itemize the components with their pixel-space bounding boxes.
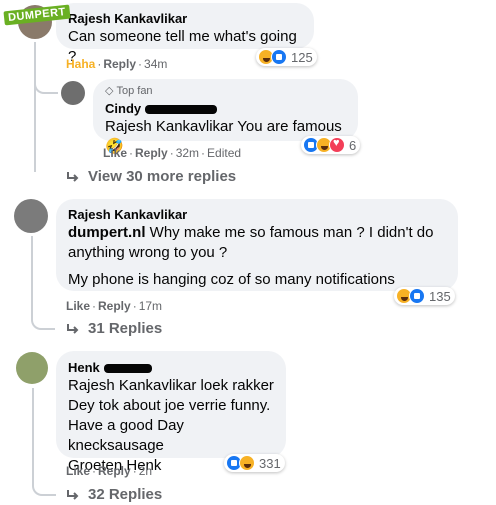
avatar[interactable] — [61, 81, 85, 105]
reply-button[interactable]: Reply — [135, 146, 168, 160]
diamond-icon: ◇ — [105, 85, 114, 97]
reply-button[interactable]: Reply — [98, 464, 131, 478]
thread-line — [34, 42, 36, 172]
top-fan-badge: ◇ Top fan — [105, 84, 153, 98]
reply-author[interactable]: Cindy — [105, 100, 346, 117]
reaction-summary[interactable]: 6 — [301, 136, 361, 154]
comment-actions: Haha · Reply · 34m — [66, 57, 168, 71]
redaction-bar — [145, 105, 218, 115]
comment-text: Rajesh Kankavlikar loek rakker — [68, 377, 274, 394]
view-more-replies-link[interactable]: View 30 more replies — [66, 168, 236, 185]
comment-bubble: Rajesh Kankavlikar dumpert.nl Why make m… — [56, 199, 458, 291]
reaction-summary[interactable]: 135 — [394, 287, 455, 305]
love-icon — [329, 137, 345, 153]
reaction-count: 125 — [291, 49, 313, 65]
comment-author[interactable]: Rajesh Kankavlikar — [68, 10, 302, 27]
comment-text: Have a good Day knecksausage — [68, 417, 184, 454]
comment-time[interactable]: 34m — [144, 57, 167, 71]
view-replies-link[interactable]: 32 Replies — [66, 486, 162, 503]
comment-bubble: Henk Rajesh Kankavlikar loek rakker Dey … — [56, 351, 286, 474]
reply-arrow-icon — [67, 171, 79, 182]
thread-connector — [34, 80, 58, 94]
comment-author[interactable]: Rajesh Kankavlikar — [68, 206, 446, 223]
thread-connector — [31, 308, 55, 330]
reply-bubble: ◇ Top fan Cindy Rajesh Kankavlikar You a… — [93, 79, 358, 155]
comment-time[interactable]: 17m — [139, 299, 162, 313]
avatar[interactable] — [14, 199, 48, 233]
reaction-summary[interactable]: 125 — [256, 48, 317, 66]
comment-time[interactable]: 32m — [176, 146, 199, 160]
redaction-bar — [103, 364, 152, 374]
reply-arrow-icon — [67, 323, 79, 334]
comment-text: My phone is hanging coz of so many notif… — [68, 271, 395, 288]
haha-icon — [239, 455, 255, 471]
reaction-count: 135 — [429, 288, 451, 304]
like-icon — [409, 288, 425, 304]
reply-actions: Like · Reply · 32m · Edited — [103, 146, 242, 160]
reply-arrow-icon — [67, 489, 79, 500]
comment-text: dumpert.nl Why make me so famous man ? I… — [68, 224, 434, 241]
haha-reaction-button[interactable]: Haha — [66, 57, 95, 71]
reply-button[interactable]: Reply — [98, 299, 131, 313]
thread-line — [31, 236, 33, 318]
reaction-summary[interactable]: 331 — [224, 454, 285, 472]
comment-text: anything wrong to you ? — [68, 244, 228, 261]
like-button[interactable]: Like — [103, 146, 127, 160]
reply-button[interactable]: Reply — [103, 57, 136, 71]
comment-text: Dey tok about joe verrie funny. — [68, 397, 271, 414]
comment-actions: Like · Reply · 17m — [66, 299, 163, 313]
reaction-count: 331 — [259, 455, 281, 471]
edited-label: Edited — [207, 146, 242, 160]
comment-actions: Like · Reply · 2h — [66, 464, 153, 478]
dumpert-link[interactable]: dumpert.nl — [68, 224, 146, 241]
thread-line — [32, 388, 34, 484]
reaction-count: 6 — [349, 137, 357, 153]
like-button[interactable]: Like — [66, 299, 90, 313]
avatar[interactable] — [16, 352, 48, 384]
comment-time[interactable]: 2h — [139, 464, 152, 478]
view-replies-link[interactable]: 31 Replies — [66, 320, 162, 337]
like-button[interactable]: Like — [66, 464, 90, 478]
comment-author[interactable]: Henk — [68, 359, 274, 376]
like-icon — [271, 49, 287, 65]
thread-connector — [32, 478, 56, 496]
comment-bubble: Rajesh Kankavlikar Can someone tell me w… — [56, 3, 314, 65]
